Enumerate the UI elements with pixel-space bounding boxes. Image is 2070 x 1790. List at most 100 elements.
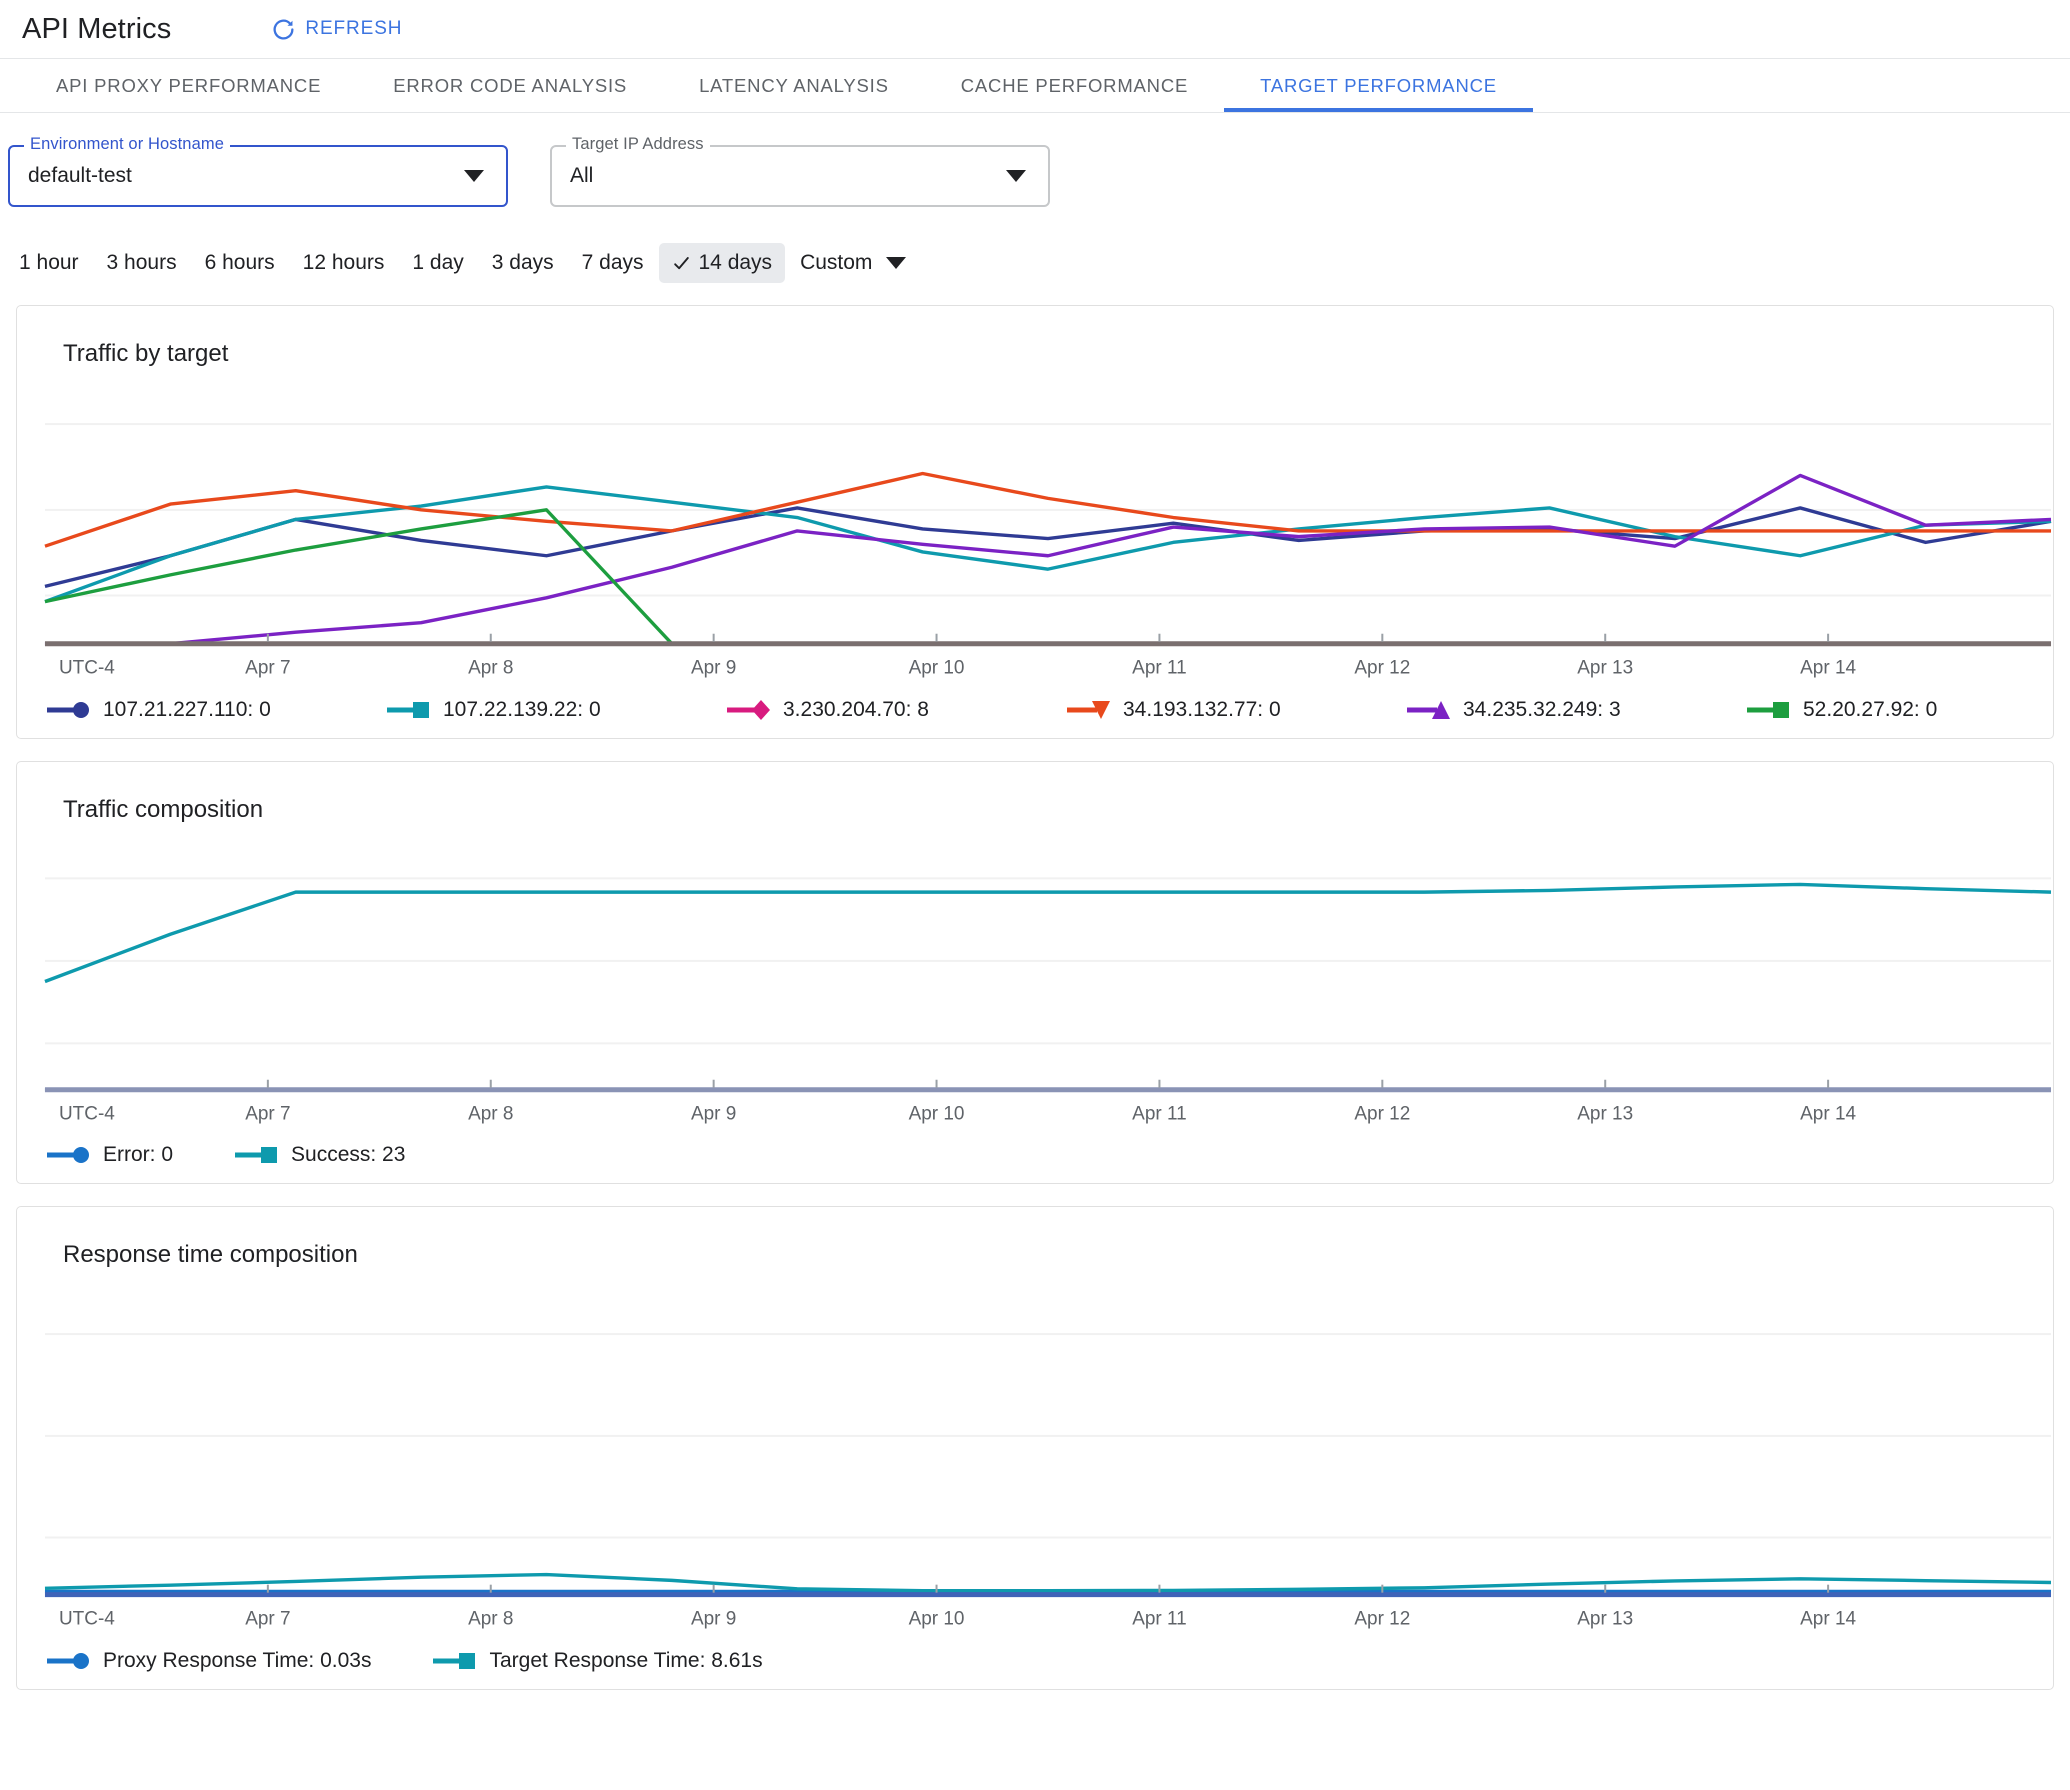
- refresh-icon: [271, 17, 296, 42]
- chart-legend: 107.21.227.110: 0 107.22.139.22: 0 3.230.2…: [17, 688, 2053, 738]
- time-range-label: 3 hours: [106, 251, 177, 274]
- tab-api-proxy-performance[interactable]: API PROXY PERFORMANCE: [20, 59, 357, 112]
- svg-text:Apr 9: Apr 9: [691, 1103, 736, 1124]
- svg-text:Apr 13: Apr 13: [1577, 1609, 1633, 1630]
- svg-text:Apr 12: Apr 12: [1354, 658, 1410, 679]
- tab-label: TARGET PERFORMANCE: [1260, 74, 1497, 96]
- page-title: API Metrics: [22, 12, 172, 45]
- legend-item[interactable]: Success: 23: [233, 1143, 405, 1167]
- chart-traffic-by-target: UTC-4 Apr 7 Apr 8 Apr 9 Apr 10 Apr 11 Apr 12 Ap…: [17, 368, 2053, 688]
- svg-text:Apr 13: Apr 13: [1577, 658, 1633, 679]
- time-range-selector: 1 hour 3 hours 6 hours 12 hours 1 day 3 days 7…: [0, 207, 2070, 283]
- page-header: API Metrics REFRESH: [0, 0, 2070, 58]
- tab-error-code-analysis[interactable]: ERROR CODE ANALYSIS: [357, 59, 663, 112]
- svg-text:Apr 11: Apr 11: [1132, 1103, 1186, 1124]
- environment-or-hostname-value: default-test: [28, 164, 132, 187]
- svg-text:Apr 9: Apr 9: [691, 658, 736, 679]
- legend-marker-square-icon: [431, 1650, 477, 1672]
- tab-target-performance[interactable]: TARGET PERFORMANCE: [1224, 59, 1533, 112]
- refresh-button[interactable]: REFRESH: [263, 11, 410, 48]
- svg-text:UTC-4: UTC-4: [59, 658, 115, 679]
- chart-title: Response time composition: [63, 1241, 358, 1269]
- legend-label: Proxy Response Time: 0.03s: [103, 1648, 372, 1672]
- tab-label: CACHE PERFORMANCE: [960, 74, 1189, 96]
- legend-item[interactable]: 34.193.132.77: 0: [1065, 698, 1405, 722]
- svg-text:Apr 12: Apr 12: [1354, 1609, 1410, 1630]
- check-icon: [672, 254, 691, 273]
- chevron-down-icon: [464, 170, 484, 182]
- target-ip-address-value: All: [570, 164, 594, 187]
- legend-label: 107.22.139.22: 0: [443, 697, 601, 721]
- legend-label: Success: 23: [291, 1143, 406, 1167]
- time-range-label: 12 hours: [302, 251, 385, 274]
- legend-item[interactable]: 34.235.32.249: 3: [1405, 698, 1745, 722]
- svg-text:UTC-4: UTC-4: [59, 1103, 115, 1124]
- legend-item[interactable]: Target Response Time: 8.61s: [431, 1648, 763, 1673]
- svg-text:Apr 14: Apr 14: [1800, 658, 1856, 679]
- chart-legend: Error: 0 Success: 23: [17, 1133, 2053, 1183]
- svg-text:Apr 8: Apr 8: [468, 1103, 513, 1124]
- time-range-label: 7 days: [581, 251, 644, 274]
- chevron-down-icon: [886, 257, 907, 269]
- legend-marker-triangle-up-icon: [1405, 699, 1451, 721]
- tab-label: API PROXY PERFORMANCE: [56, 74, 322, 96]
- chevron-down-icon: [1006, 170, 1026, 182]
- time-range-custom[interactable]: Custom: [787, 243, 919, 283]
- svg-text:Apr 7: Apr 7: [245, 1609, 290, 1630]
- legend-item[interactable]: 107.22.139.22: 0: [385, 698, 725, 722]
- svg-text:Apr 9: Apr 9: [691, 1609, 736, 1630]
- tab-label: LATENCY ANALYSIS: [699, 74, 889, 96]
- legend-label: 34.235.32.249: 3: [1463, 697, 1621, 721]
- time-range-label: 14 days: [698, 251, 773, 274]
- svg-text:Apr 14: Apr 14: [1800, 1609, 1856, 1630]
- time-range-1-day[interactable]: 1 day: [399, 243, 476, 283]
- time-range-7-days[interactable]: 7 days: [569, 243, 657, 283]
- svg-text:Apr 13: Apr 13: [1577, 1103, 1633, 1124]
- legend-item[interactable]: 3.230.204.70: 8: [725, 698, 1065, 722]
- environment-or-hostname-label: Environment or Hostname: [24, 135, 230, 154]
- svg-text:Apr 8: Apr 8: [468, 658, 513, 679]
- legend-label: 3.230.204.70: 8: [783, 697, 929, 721]
- legend-label: Error: 0: [103, 1143, 174, 1167]
- time-range-14-days[interactable]: 14 days: [658, 243, 786, 283]
- svg-text:Apr 10: Apr 10: [909, 1609, 965, 1630]
- legend-item[interactable]: Error: 0: [45, 1143, 173, 1167]
- time-range-label: 1 day: [412, 251, 464, 274]
- chart-legend: Proxy Response Time: 0.03s Target Respons…: [17, 1639, 2053, 1689]
- chart-response-time-composition: UTC-4 Apr 7 Apr 8 Apr 9 Apr 10 Apr 11 Apr 12 Ap…: [17, 1269, 2053, 1639]
- target-ip-address-select[interactable]: Target IP Address All: [550, 135, 1050, 207]
- time-range-label: 1 hour: [19, 251, 79, 274]
- legend-marker-diamond-icon: [725, 699, 771, 721]
- card-response-time-composition: Response time composition UTC-4 Apr 7 Apr …: [16, 1206, 2054, 1690]
- environment-or-hostname-select[interactable]: Environment or Hostname default-test: [8, 135, 508, 207]
- legend-marker-circle-icon: [45, 1144, 91, 1166]
- legend-item[interactable]: Proxy Response Time: 0.03s: [45, 1649, 371, 1673]
- legend-label: 52.20.27.92: 0: [1803, 697, 1938, 721]
- tab-latency-analysis[interactable]: LATENCY ANALYSIS: [663, 59, 925, 112]
- legend-marker-square-icon: [1745, 699, 1791, 721]
- legend-item[interactable]: 107.21.227.110: 0: [45, 698, 385, 722]
- legend-marker-triangle-down-icon: [1065, 699, 1111, 721]
- svg-text:Apr 12: Apr 12: [1354, 1103, 1410, 1124]
- time-range-1-hour[interactable]: 1 hour: [6, 243, 92, 283]
- svg-text:Apr 7: Apr 7: [245, 1103, 290, 1124]
- legend-label: 34.193.132.77: 0: [1123, 697, 1281, 721]
- time-range-3-hours[interactable]: 3 hours: [94, 243, 190, 283]
- legend-label: 107.21.227.110: 0: [103, 697, 271, 721]
- chart-title: Traffic composition: [63, 795, 264, 823]
- tab-cache-performance[interactable]: CACHE PERFORMANCE: [925, 59, 1224, 112]
- target-ip-address-label: Target IP Address: [566, 135, 710, 154]
- tab-bar: API PROXY PERFORMANCE ERROR CODE ANALYSIS…: [0, 58, 2070, 113]
- card-traffic-composition: Traffic composition UTC-4 Apr 7 Apr 8 Apr 9…: [16, 760, 2054, 1185]
- legend-marker-circle-icon: [45, 699, 91, 721]
- time-range-label: 6 hours: [204, 251, 275, 274]
- time-range-3-days[interactable]: 3 days: [479, 243, 567, 283]
- filter-row: Environment or Hostname default-test Tar…: [0, 113, 2070, 207]
- svg-text:Apr 10: Apr 10: [909, 1103, 965, 1124]
- tab-label: ERROR CODE ANALYSIS: [393, 74, 628, 96]
- legend-marker-square-icon: [385, 699, 431, 721]
- legend-item[interactable]: 52.20.27.92: 0: [1745, 698, 2053, 722]
- time-range-12-hours[interactable]: 12 hours: [290, 243, 398, 283]
- time-range-6-hours[interactable]: 6 hours: [192, 243, 288, 283]
- legend-label: Target Response Time: 8.61s: [489, 1648, 763, 1672]
